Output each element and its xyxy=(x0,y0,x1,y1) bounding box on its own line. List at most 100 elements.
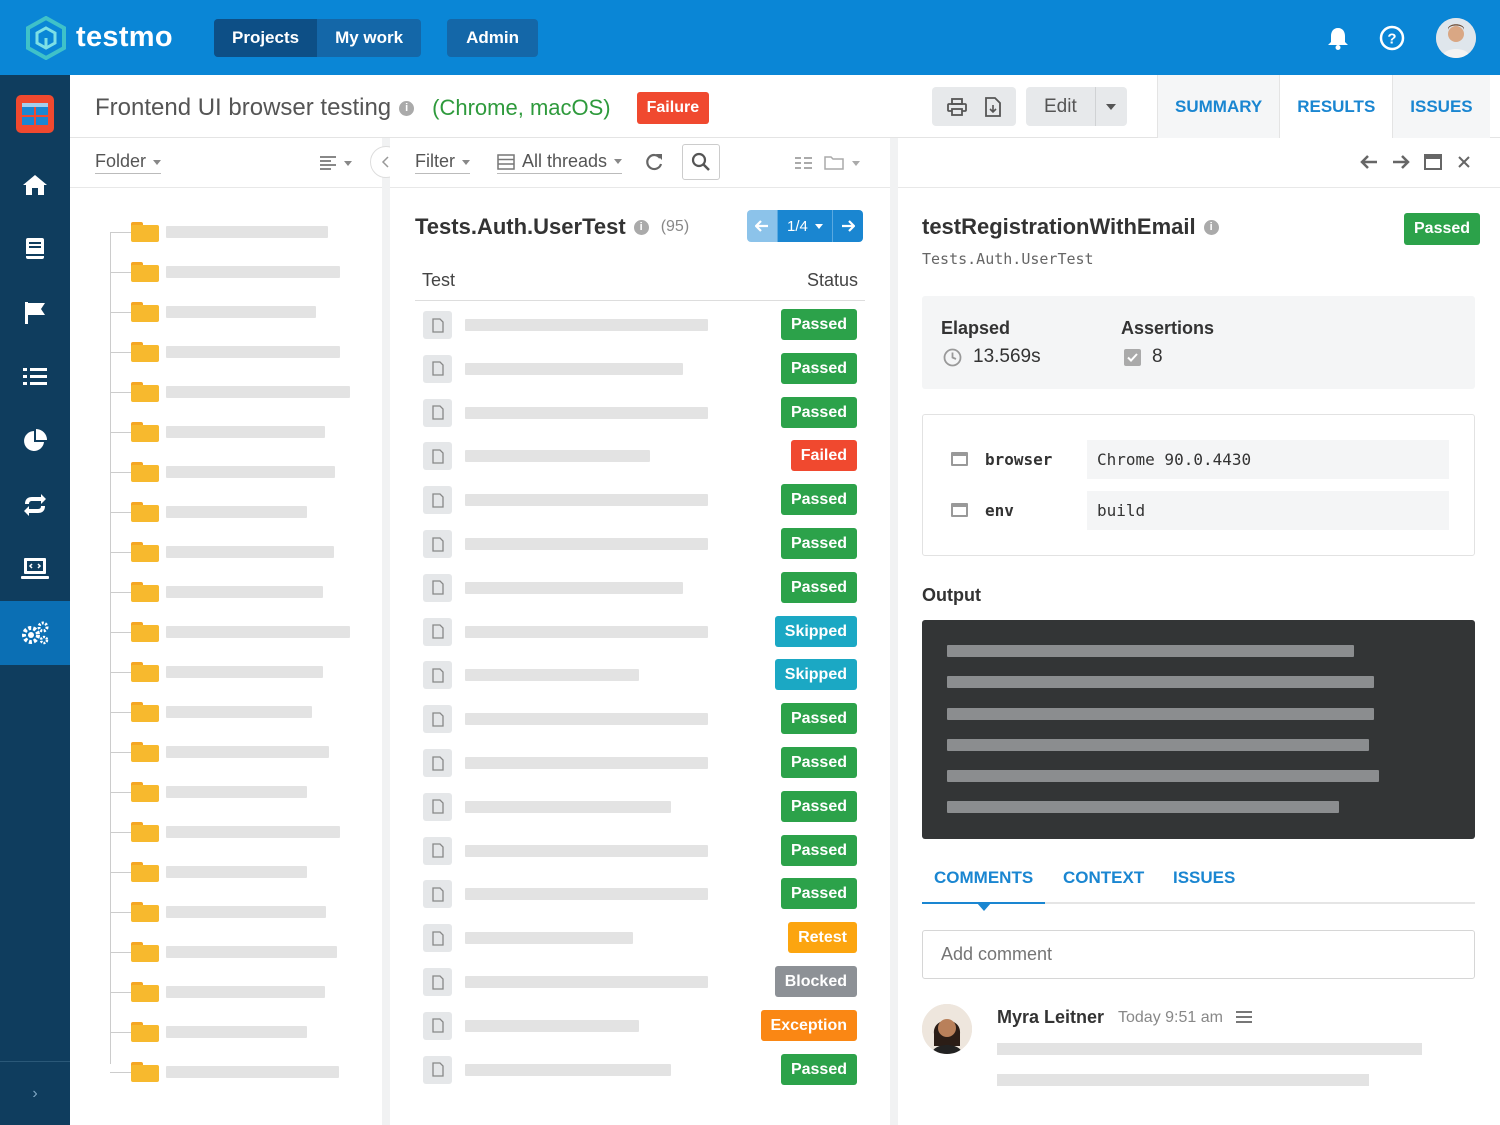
output-line xyxy=(947,739,1369,751)
info-icon[interactable]: i xyxy=(1203,219,1219,235)
sidebar-expand-button[interactable]: › xyxy=(0,1061,70,1125)
bell-icon[interactable] xyxy=(1322,22,1354,54)
tab-results[interactable]: RESULTS xyxy=(1279,75,1393,138)
folder-item[interactable] xyxy=(110,582,323,602)
comment-text-line xyxy=(997,1074,1369,1086)
refresh-icon[interactable] xyxy=(644,152,664,177)
folder-item[interactable] xyxy=(110,462,335,482)
table-row[interactable]: Passed xyxy=(415,309,865,341)
sidebar-item-sessions[interactable] xyxy=(0,537,70,601)
folder-item[interactable] xyxy=(110,542,334,562)
table-row[interactable]: Exception xyxy=(415,1009,865,1042)
column-test[interactable]: Test xyxy=(422,270,455,291)
nav-my-work[interactable]: My work xyxy=(317,19,421,57)
table-row[interactable]: Passed xyxy=(415,484,865,516)
table-row[interactable]: Passed xyxy=(415,1053,865,1086)
pane-divider-2[interactable] xyxy=(890,138,898,1125)
user-avatar[interactable] xyxy=(1436,17,1476,58)
close-icon[interactable] xyxy=(1458,156,1470,168)
folder-item[interactable] xyxy=(110,262,340,282)
folder-item[interactable] xyxy=(110,702,312,722)
sidebar-item-reports[interactable] xyxy=(0,409,70,473)
export-icon[interactable] xyxy=(985,96,1001,117)
page-selector[interactable]: 1/4 xyxy=(777,210,833,242)
tab-comments[interactable]: COMMENTS xyxy=(934,868,1033,888)
table-row[interactable]: Passed xyxy=(415,834,865,867)
status-badge: Skipped xyxy=(774,615,857,647)
folder-dropdown[interactable]: Folder xyxy=(95,151,162,174)
arrow-right-icon[interactable] xyxy=(1392,154,1410,170)
folder-item[interactable] xyxy=(110,1062,339,1082)
print-icon[interactable] xyxy=(947,97,967,116)
folder-item[interactable] xyxy=(110,302,316,322)
column-status[interactable]: Status xyxy=(807,270,858,291)
table-row[interactable]: Skipped xyxy=(415,659,865,691)
sort-icon[interactable] xyxy=(320,155,354,176)
tab-context[interactable]: CONTEXT xyxy=(1063,868,1144,888)
tab-issues[interactable]: ISSUES xyxy=(1392,75,1490,138)
comment-avatar[interactable] xyxy=(922,1004,972,1054)
folder-item[interactable] xyxy=(110,1022,307,1042)
nav-projects[interactable]: Projects xyxy=(214,18,318,57)
table-row[interactable]: Failed xyxy=(415,440,865,472)
info-icon[interactable]: i xyxy=(399,100,415,116)
folder-item[interactable] xyxy=(110,662,323,682)
folder-item[interactable] xyxy=(110,982,325,1002)
comment-author[interactable]: Myra Leitner xyxy=(997,1007,1104,1028)
sidebar-item-automation[interactable] xyxy=(0,473,70,537)
maximize-icon[interactable] xyxy=(1424,154,1442,170)
view-options-icon[interactable] xyxy=(794,154,862,177)
table-row[interactable]: Passed xyxy=(415,396,865,429)
folder-item[interactable] xyxy=(110,822,340,842)
arrow-left-icon[interactable] xyxy=(1360,154,1378,170)
prev-page-button[interactable] xyxy=(747,210,777,242)
folder-item[interactable] xyxy=(110,862,307,882)
table-row[interactable]: Passed xyxy=(415,747,865,779)
table-row[interactable]: Passed xyxy=(415,352,865,385)
table-row[interactable]: Passed xyxy=(415,571,865,604)
folder-item[interactable] xyxy=(110,502,307,522)
pane-divider[interactable] xyxy=(382,138,390,1125)
info-icon[interactable]: i xyxy=(633,219,649,235)
edit-dropdown[interactable] xyxy=(1094,87,1127,126)
table-row[interactable]: Retest xyxy=(415,922,865,954)
add-comment-input[interactable] xyxy=(922,930,1475,979)
folder-item[interactable] xyxy=(110,942,337,962)
sidebar-item-repository[interactable] xyxy=(0,217,70,281)
tab-detail-issues[interactable]: ISSUES xyxy=(1173,868,1235,888)
comment-menu-icon[interactable] xyxy=(1236,1010,1252,1029)
help-icon[interactable]: ? xyxy=(1376,22,1408,54)
table-row[interactable]: Passed xyxy=(415,790,865,823)
output-line xyxy=(947,645,1354,657)
folder-icon xyxy=(131,382,159,402)
filter-dropdown[interactable]: Filter xyxy=(415,151,470,174)
folder-item[interactable] xyxy=(110,222,328,242)
table-row[interactable]: Skipped xyxy=(415,615,865,648)
search-button[interactable] xyxy=(682,144,720,180)
sidebar-item-milestones[interactable] xyxy=(0,281,70,345)
tab-summary[interactable]: SUMMARY xyxy=(1157,75,1280,138)
folder-item[interactable] xyxy=(110,342,340,362)
table-row[interactable]: Blocked xyxy=(415,966,865,998)
table-row[interactable]: Passed xyxy=(415,528,865,560)
sidebar-item-runs[interactable] xyxy=(0,345,70,409)
folder-item[interactable] xyxy=(110,742,329,762)
folder-name-placeholder xyxy=(166,706,312,718)
field-value: Chrome 90.0.4430 xyxy=(1087,440,1449,479)
output-console[interactable] xyxy=(922,620,1475,839)
threads-dropdown[interactable]: All threads xyxy=(497,151,623,174)
sidebar-item-home[interactable] xyxy=(0,153,70,217)
folder-item[interactable] xyxy=(110,782,307,802)
next-page-button[interactable] xyxy=(832,210,863,242)
edit-button[interactable]: Edit xyxy=(1026,96,1095,118)
folder-item[interactable] xyxy=(110,422,325,442)
folder-item[interactable] xyxy=(110,902,326,922)
table-row[interactable]: Passed xyxy=(415,878,865,910)
sidebar-item-settings[interactable] xyxy=(0,601,70,665)
nav-admin[interactable]: Admin xyxy=(447,18,539,57)
folder-item[interactable] xyxy=(110,382,350,402)
folder-item[interactable] xyxy=(110,622,350,642)
app-logo[interactable]: testmo xyxy=(24,15,214,60)
sidebar-item-dashboard[interactable] xyxy=(0,75,70,153)
table-row[interactable]: Passed xyxy=(415,703,865,735)
